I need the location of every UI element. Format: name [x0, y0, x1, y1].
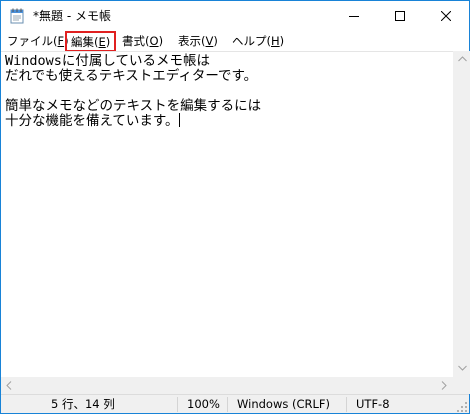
maximize-button[interactable] [377, 1, 423, 31]
vertical-scrollbar[interactable] [453, 51, 470, 377]
minimize-icon [349, 16, 359, 17]
editor-line: だれでも使えるテキストエディターです。 [5, 68, 258, 84]
menu-view-label-end: ) [213, 34, 218, 48]
scroll-up-button[interactable] [454, 51, 470, 68]
menu-help-label: ヘルプ( [232, 34, 271, 48]
title-bar[interactable]: *無題 - メモ帳 [1, 1, 469, 31]
chevron-up-icon [458, 56, 467, 62]
chevron-left-icon [6, 381, 12, 390]
status-divider [346, 397, 347, 412]
chevron-down-icon [458, 365, 467, 371]
scroll-right-button[interactable] [436, 377, 453, 394]
menu-format[interactable]: 書式(O) [117, 32, 168, 50]
notepad-window: *無題 - メモ帳 ファイル(F) 編集(E) 書式(O) 表示(V) ヘルプ(… [0, 0, 470, 414]
status-line-ending: Windows (CRLF) [237, 397, 331, 411]
editor-line-last: 十分な機能を備えています。 [5, 113, 181, 130]
menu-bar: ファイル(F) 編集(E) 書式(O) 表示(V) ヘルプ(H) [1, 31, 469, 52]
scroll-down-button[interactable] [454, 360, 470, 377]
status-divider [177, 397, 178, 412]
window-title: *無題 - メモ帳 [33, 9, 111, 23]
menu-view[interactable]: 表示(V) [173, 32, 223, 50]
minimize-button[interactable] [331, 1, 377, 31]
text-editor[interactable]: Windowsに付属しているメモ帳は だれでも使えるテキストエディターです。 簡… [1, 51, 453, 377]
chevron-right-icon [441, 381, 447, 390]
resize-grip-icon[interactable] [457, 401, 467, 412]
horizontal-scrollbar[interactable] [1, 377, 453, 394]
status-zoom: 100% [187, 397, 220, 411]
close-button[interactable] [423, 1, 469, 31]
menu-file-label: ファイル( [7, 34, 58, 48]
scrollbar-corner [453, 377, 470, 394]
text-caret [179, 113, 181, 127]
close-icon [441, 11, 451, 21]
menu-format-label-end: ) [158, 34, 164, 48]
menu-format-label: 書式( [122, 34, 150, 48]
menu-edit-label-end: ) [105, 35, 111, 49]
menu-help-accelerator: H [271, 34, 280, 48]
editor-line-text: 十分な機能を備えています。 [5, 113, 179, 129]
menu-view-label: 表示( [178, 34, 206, 48]
menu-help-label-end: ) [279, 34, 285, 48]
notepad-icon [10, 8, 24, 24]
status-encoding: UTF-8 [356, 397, 390, 411]
menu-format-accelerator: O [149, 34, 159, 48]
menu-help[interactable]: ヘルプ(H) [227, 32, 289, 50]
status-cursor-position: 5 行、14 列 [51, 397, 115, 411]
maximize-icon [395, 11, 405, 21]
menu-edit-label: 編集( [71, 35, 99, 49]
scroll-left-button[interactable] [1, 377, 18, 394]
menu-edit[interactable]: 編集(E) [65, 31, 117, 52]
menu-edit-accelerator: E [98, 35, 106, 49]
menu-file[interactable]: ファイル(F) [2, 32, 74, 50]
status-divider [227, 397, 228, 412]
status-bar: 5 行、14 列 100% Windows (CRLF) UTF-8 [1, 394, 469, 413]
